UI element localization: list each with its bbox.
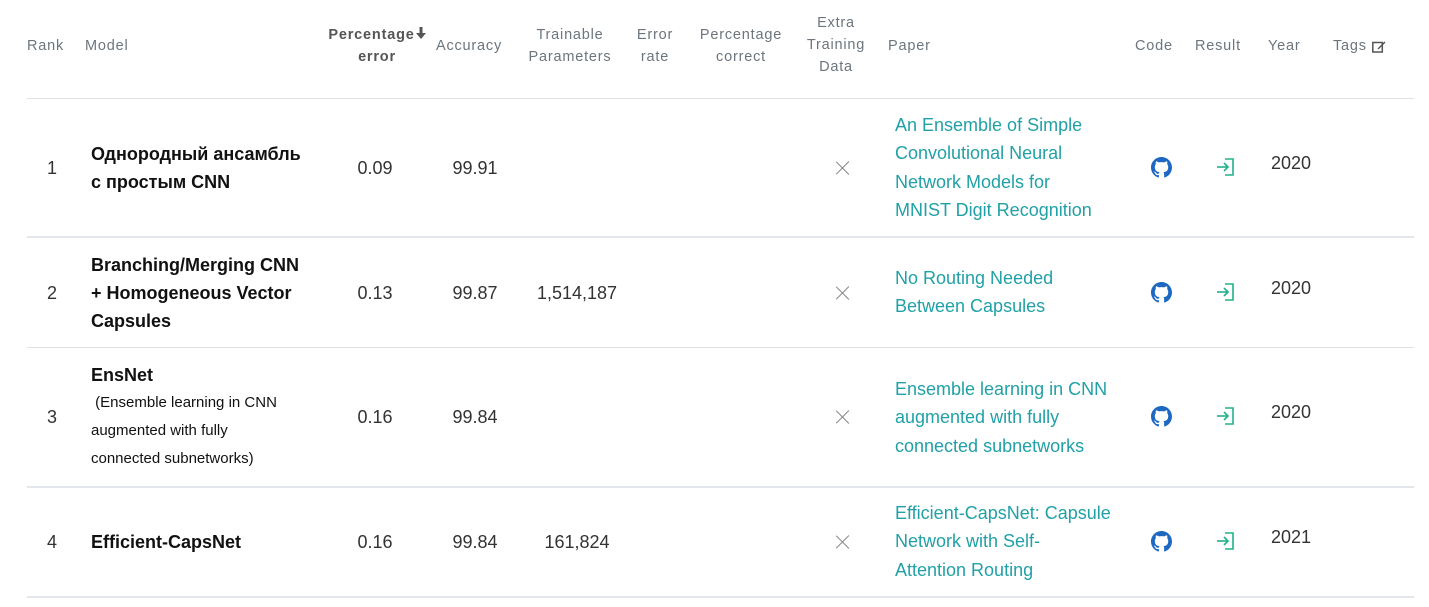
row-1-model-line-2: с простым CNN: [91, 172, 231, 192]
sign-in-arrow-icon[interactable]: [1215, 531, 1237, 551]
sign-in-arrow-icon[interactable]: [1215, 406, 1237, 426]
row-2-paper-line-1: No Routing Needed: [895, 268, 1054, 288]
header-percentage-error-label-2: error: [358, 49, 396, 65]
row-3-model-sub-1: (Ensemble learning in CNN: [91, 394, 277, 411]
github-icon[interactable]: [1151, 406, 1172, 427]
row-3-model-line-1: EnsNet: [91, 365, 154, 385]
header-tags-label: Tags: [1333, 38, 1367, 54]
cross-icon: [835, 409, 851, 425]
row-4-percentage-error: 0.16: [357, 532, 393, 552]
header-percentage-correct[interactable]: Percentage correct: [693, 24, 789, 68]
header-accuracy[interactable]: Accuracy: [432, 35, 506, 57]
row-1-accuracy: 99.91: [452, 158, 498, 178]
row-1-paper-line-3: Network Models for: [895, 171, 1051, 192]
row-4-accuracy: 99.84: [452, 532, 498, 552]
header-error-rate[interactable]: Error rate: [630, 24, 680, 68]
github-icon[interactable]: [1151, 531, 1172, 552]
row-3-paper-link[interactable]: Ensemble learning in CNN augmented with …: [895, 375, 1130, 460]
row-4-trainable-parameters: 161,824: [544, 532, 610, 552]
github-icon[interactable]: [1151, 282, 1172, 303]
row-4-paper-link[interactable]: Efficient-CapsNet: Capsule Network with …: [895, 499, 1130, 584]
row-divider: [27, 596, 1414, 598]
row-1-paper-link[interactable]: An Ensemble of Simple Convolutional Neur…: [895, 111, 1130, 224]
row-2-paper-line-2: Between Capsules: [895, 296, 1046, 317]
header-pct-correct-label-1: Percentage: [699, 27, 783, 43]
cross-icon: [835, 534, 851, 550]
header-percentage-error-label: Percentage: [328, 27, 415, 43]
header-paper: Paper: [888, 38, 931, 54]
header-extra-training-data[interactable]: Extra Training Data: [800, 12, 872, 78]
row-3-year: 2020: [1271, 402, 1312, 422]
row-4-paper-line-3: Attention Routing: [895, 559, 1034, 580]
row-3-paper-line-3: connected subnetworks: [895, 435, 1085, 456]
row-divider: [27, 486, 1414, 488]
header-error-rate-label-1: Error: [636, 27, 674, 43]
row-4-model-line-1: Efficient-CapsNet: [91, 532, 242, 552]
row-2-percentage-error: 0.13: [357, 283, 393, 303]
row-4-paper-line-2: Network with Self-: [895, 531, 1041, 552]
header-year[interactable]: Year: [1268, 35, 1301, 57]
row-4-year: 2021: [1271, 527, 1312, 547]
row-2-model-line-2: + Homogeneous Vector: [91, 283, 292, 303]
row-2-paper-link[interactable]: No Routing Needed Between Capsules: [895, 264, 1130, 321]
row-2-model[interactable]: Branching/Merging CNN + Homogeneous Vect…: [91, 251, 321, 335]
sign-in-arrow-icon[interactable]: [1215, 282, 1237, 302]
header-pct-correct-label-2: correct: [716, 49, 766, 65]
header-extra-label-2: Training: [806, 37, 866, 53]
row-1-paper-line-1: An Ensemble of Simple: [895, 115, 1083, 135]
header-rank[interactable]: Rank: [27, 35, 64, 57]
row-3-percentage-error: 0.16: [357, 407, 393, 427]
cross-icon: [835, 285, 851, 301]
sign-in-arrow-icon[interactable]: [1215, 157, 1237, 177]
header-model[interactable]: Model: [85, 35, 129, 57]
row-2-model-line-3: Capsules: [91, 311, 172, 331]
row-3-model-sub-2: augmented with fully: [91, 422, 228, 439]
header-trainable-label-1: Trainable: [536, 27, 604, 43]
header-extra-label-3: Data: [819, 59, 853, 75]
row-1-paper-line-2: Convolutional Neural: [895, 143, 1063, 164]
row-1-model[interactable]: Однородный ансамбль с простым CNN: [91, 140, 321, 196]
row-divider: [27, 236, 1414, 238]
row-1-paper-line-4: MNIST Digit Recognition: [895, 199, 1092, 220]
github-icon[interactable]: [1151, 157, 1172, 178]
row-2-year: 2020: [1271, 278, 1312, 298]
row-2-trainable-parameters: 1,514,187: [536, 283, 618, 303]
row-3-model-sub-3: connected subnetworks): [91, 450, 254, 467]
row-3-paper-line-1: Ensemble learning in CNN: [895, 379, 1108, 399]
row-3-model[interactable]: EnsNet (Ensemble learning in CNN augment…: [91, 361, 321, 473]
row-1-model-line-1: Однородный ансамбль: [91, 144, 301, 164]
row-3-paper-line-2: augmented with fully: [895, 407, 1060, 428]
header-extra-label-1: Extra: [817, 15, 855, 31]
header-result: Result: [1195, 38, 1241, 54]
row-3-accuracy: 99.84: [452, 407, 498, 427]
row-3-rank: 3: [46, 407, 57, 427]
edit-icon[interactable]: [1371, 40, 1386, 53]
row-1-year: 2020: [1271, 153, 1312, 173]
row-1-percentage-error: 0.09: [357, 158, 393, 178]
cross-icon: [835, 160, 851, 176]
row-2-accuracy: 99.87: [452, 283, 498, 303]
row-2-rank: 2: [46, 283, 57, 303]
row-4-model[interactable]: Efficient-CapsNet: [91, 528, 321, 556]
header-error-rate-label-2: rate: [640, 49, 670, 65]
header-tags: Tags: [1333, 35, 1386, 57]
row-1-rank: 1: [46, 158, 57, 178]
header-trainable-parameters[interactable]: Trainable Parameters: [522, 24, 618, 68]
row-2-model-line-1: Branching/Merging CNN: [91, 255, 300, 275]
header-code: Code: [1135, 38, 1173, 54]
sort-down-arrow-icon: [415, 27, 426, 39]
row-divider: [27, 347, 1414, 348]
header-trainable-label-2: Parameters: [528, 49, 612, 65]
row-4-paper-line-1: Efficient-CapsNet: Capsule: [895, 503, 1111, 523]
header-divider: [27, 98, 1414, 99]
header-percentage-error[interactable]: Percentage error: [322, 24, 432, 68]
leaderboard-table: Rank Model Percentage error Accuracy Tra…: [0, 0, 1429, 607]
row-4-rank: 4: [46, 532, 57, 552]
